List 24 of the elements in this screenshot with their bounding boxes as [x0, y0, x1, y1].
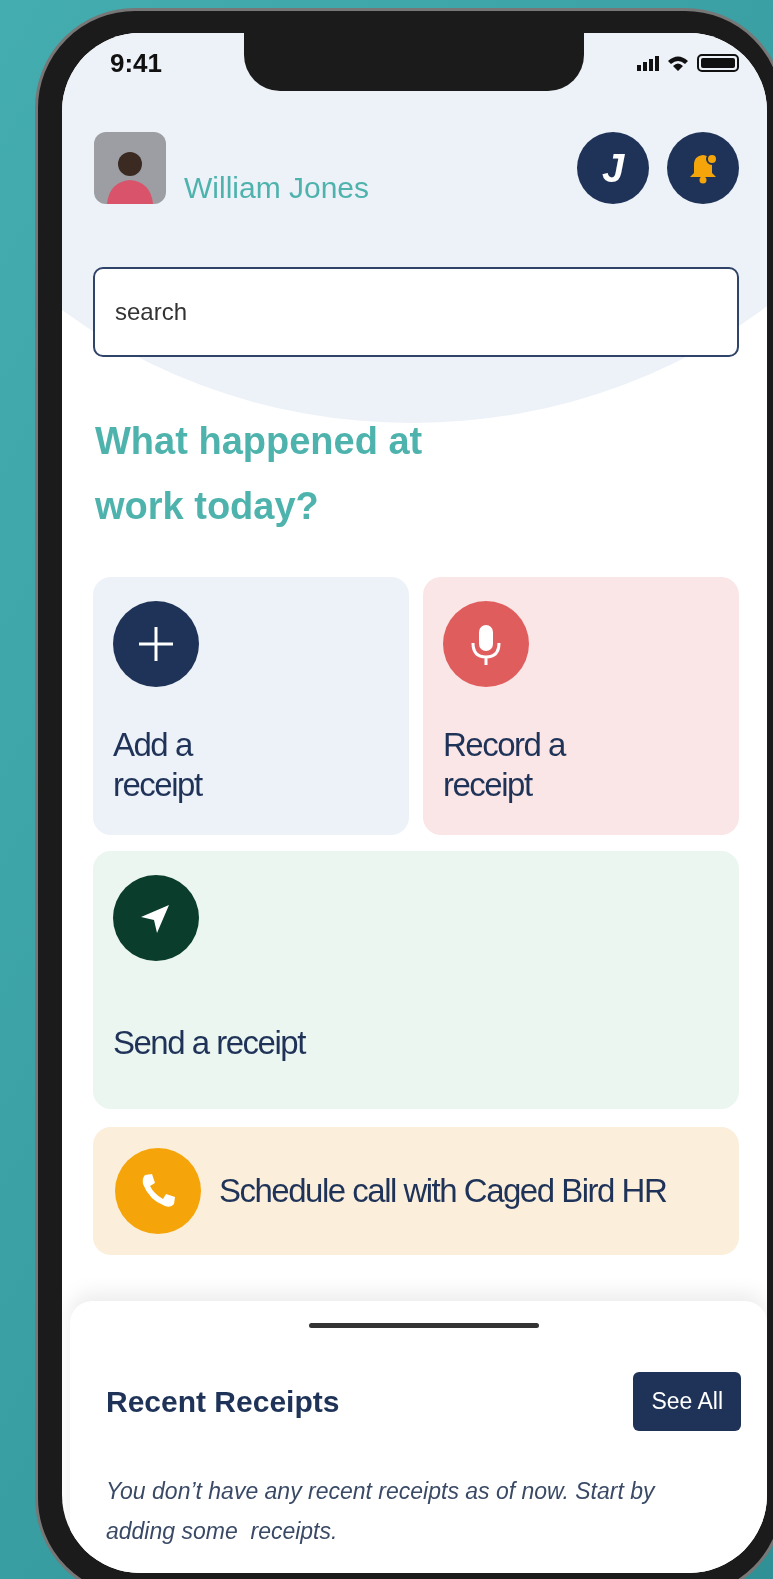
action-card[interactable]: Send a receipt [93, 851, 739, 1109]
search-field[interactable]: search [93, 267, 739, 357]
action-label: Record a receipt [443, 725, 567, 805]
section-title: Recent Receipts [106, 1384, 340, 1419]
action-label: Add a receipt [113, 725, 204, 805]
action-card[interactable]: Add a receipt [93, 577, 409, 835]
see-all-button[interactable]: See All [633, 1372, 741, 1431]
heading: What happened at work today? [95, 419, 424, 529]
wifi-icon [667, 54, 689, 72]
paper-plane-icon [113, 875, 199, 961]
phone-icon [115, 1148, 201, 1234]
action-card[interactable]: Record a receipt [423, 577, 739, 835]
action-label: Schedule call with Caged Bird HR [219, 1171, 667, 1211]
status-time: 9:41 [110, 47, 163, 79]
action-label: Send a receipt [113, 1023, 307, 1063]
empty-message: You don’t have any recent receipts as of now. Start by adding some receipts. [106, 1477, 657, 1546]
battery-icon [697, 54, 739, 72]
action-card[interactable]: Schedule call with Caged Bird HR [93, 1127, 739, 1255]
plus-icon [113, 601, 199, 687]
drag-handle[interactable] [308, 1323, 539, 1328]
avatar [94, 132, 166, 204]
signal-icon [635, 55, 659, 71]
microphone-icon [443, 601, 529, 687]
user-name: William Jones [184, 171, 371, 205]
